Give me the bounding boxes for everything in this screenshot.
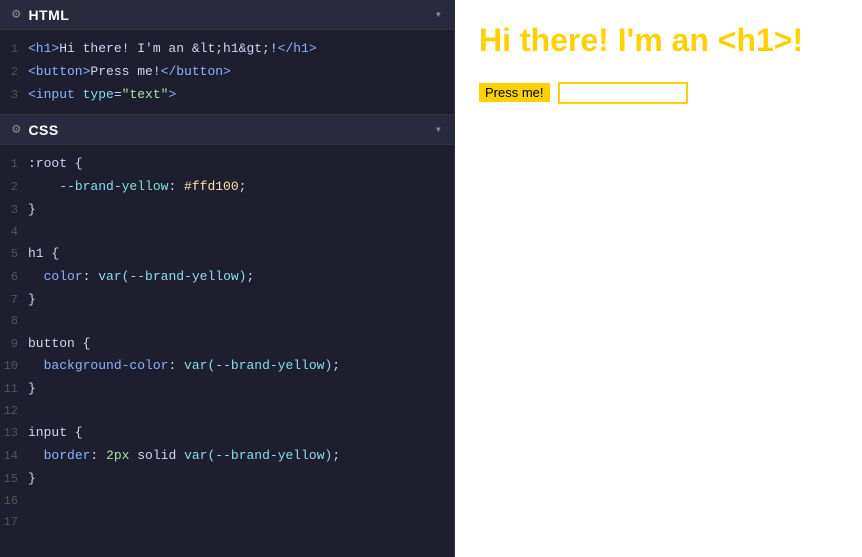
line-content: background-color: var(--brand-yellow); <box>28 356 340 377</box>
code-line: 11 } <box>0 378 454 401</box>
line-number: 7 <box>0 291 28 310</box>
line-content: } <box>28 290 36 311</box>
line-content: } <box>28 200 36 221</box>
line-number: 13 <box>0 424 28 443</box>
left-panel: ⚙ HTML ▾ 1 <h1>Hi there! I'm an &lt;h1&g… <box>0 0 455 557</box>
line-number: 12 <box>0 402 28 421</box>
preview-heading: Hi there! I'm an <h1>! <box>479 20 838 62</box>
line-content: input { <box>28 423 83 444</box>
gear-icon: ⚙ <box>12 121 20 138</box>
line-number: 10 <box>0 357 28 376</box>
gear-icon: ⚙ <box>12 6 20 23</box>
css-title-row: ⚙ CSS <box>12 121 59 138</box>
line-number: 4 <box>0 223 28 242</box>
preview-controls: Press me! <box>479 82 838 104</box>
code-line: 1 <h1>Hi there! I'm an &lt;h1&gt;!</h1> <box>0 38 454 61</box>
line-content: --brand-yellow: #ffd100; <box>28 177 246 198</box>
html-section-header[interactable]: ⚙ HTML ▾ <box>0 0 454 30</box>
line-number: 5 <box>0 245 28 264</box>
line-content: border: 2px solid var(--brand-yellow); <box>28 446 340 467</box>
chevron-down-icon: ▾ <box>435 122 442 137</box>
code-line: 10 background-color: var(--brand-yellow)… <box>0 355 454 378</box>
code-line: 3 } <box>0 199 454 222</box>
line-number: 3 <box>0 86 28 105</box>
line-number: 15 <box>0 470 28 489</box>
line-content: button { <box>28 334 90 355</box>
css-section: ⚙ CSS ▾ 1 :root { 2 --brand-yellow: #ffd… <box>0 115 454 557</box>
html-section-title: HTML <box>28 7 69 23</box>
line-content: :root { <box>28 154 83 175</box>
line-content: <button>Press me!</button> <box>28 62 231 83</box>
code-line: 16 <box>0 491 454 512</box>
code-line: 4 <box>0 222 454 243</box>
line-content: h1 { <box>28 244 59 265</box>
code-line: 15 } <box>0 468 454 491</box>
chevron-down-icon: ▾ <box>435 7 442 22</box>
line-content: color: var(--brand-yellow); <box>28 267 254 288</box>
preview-panel: Hi there! I'm an <h1>! Press me! <box>455 0 862 557</box>
preview-input[interactable] <box>558 82 688 104</box>
line-number: 17 <box>0 513 28 532</box>
line-number: 1 <box>0 40 28 59</box>
html-section: ⚙ HTML ▾ 1 <h1>Hi there! I'm an &lt;h1&g… <box>0 0 454 115</box>
line-content: <input type="text"> <box>28 85 176 106</box>
css-section-header[interactable]: ⚙ CSS ▾ <box>0 115 454 145</box>
code-line: 12 <box>0 401 454 422</box>
code-line: 5 h1 { <box>0 243 454 266</box>
code-line: 6 color: var(--brand-yellow); <box>0 266 454 289</box>
html-code-area: 1 <h1>Hi there! I'm an &lt;h1&gt;!</h1> … <box>0 30 454 114</box>
line-number: 3 <box>0 201 28 220</box>
line-content: } <box>28 379 36 400</box>
code-line: 14 border: 2px solid var(--brand-yellow)… <box>0 445 454 468</box>
line-number: 16 <box>0 492 28 511</box>
line-content: <h1>Hi there! I'm an &lt;h1&gt;!</h1> <box>28 39 317 60</box>
line-content: } <box>28 469 36 490</box>
css-code-area: 1 :root { 2 --brand-yellow: #ffd100; 3 }… <box>0 145 454 541</box>
line-number: 6 <box>0 268 28 287</box>
line-number: 14 <box>0 447 28 466</box>
html-title-row: ⚙ HTML <box>12 6 69 23</box>
line-number: 2 <box>0 63 28 82</box>
preview-button[interactable]: Press me! <box>479 83 550 102</box>
line-number: 1 <box>0 155 28 174</box>
code-line: 17 <box>0 512 454 533</box>
code-line: 7 } <box>0 289 454 312</box>
code-line: 8 <box>0 311 454 332</box>
code-line: 2 <button>Press me!</button> <box>0 61 454 84</box>
code-line: 1 :root { <box>0 153 454 176</box>
line-number: 2 <box>0 178 28 197</box>
code-line: 2 --brand-yellow: #ffd100; <box>0 176 454 199</box>
line-number: 11 <box>0 380 28 399</box>
line-number: 9 <box>0 335 28 354</box>
code-line: 3 <input type="text"> <box>0 84 454 107</box>
line-number: 8 <box>0 312 28 331</box>
code-line: 13 input { <box>0 422 454 445</box>
code-line: 9 button { <box>0 333 454 356</box>
css-section-title: CSS <box>28 122 58 138</box>
